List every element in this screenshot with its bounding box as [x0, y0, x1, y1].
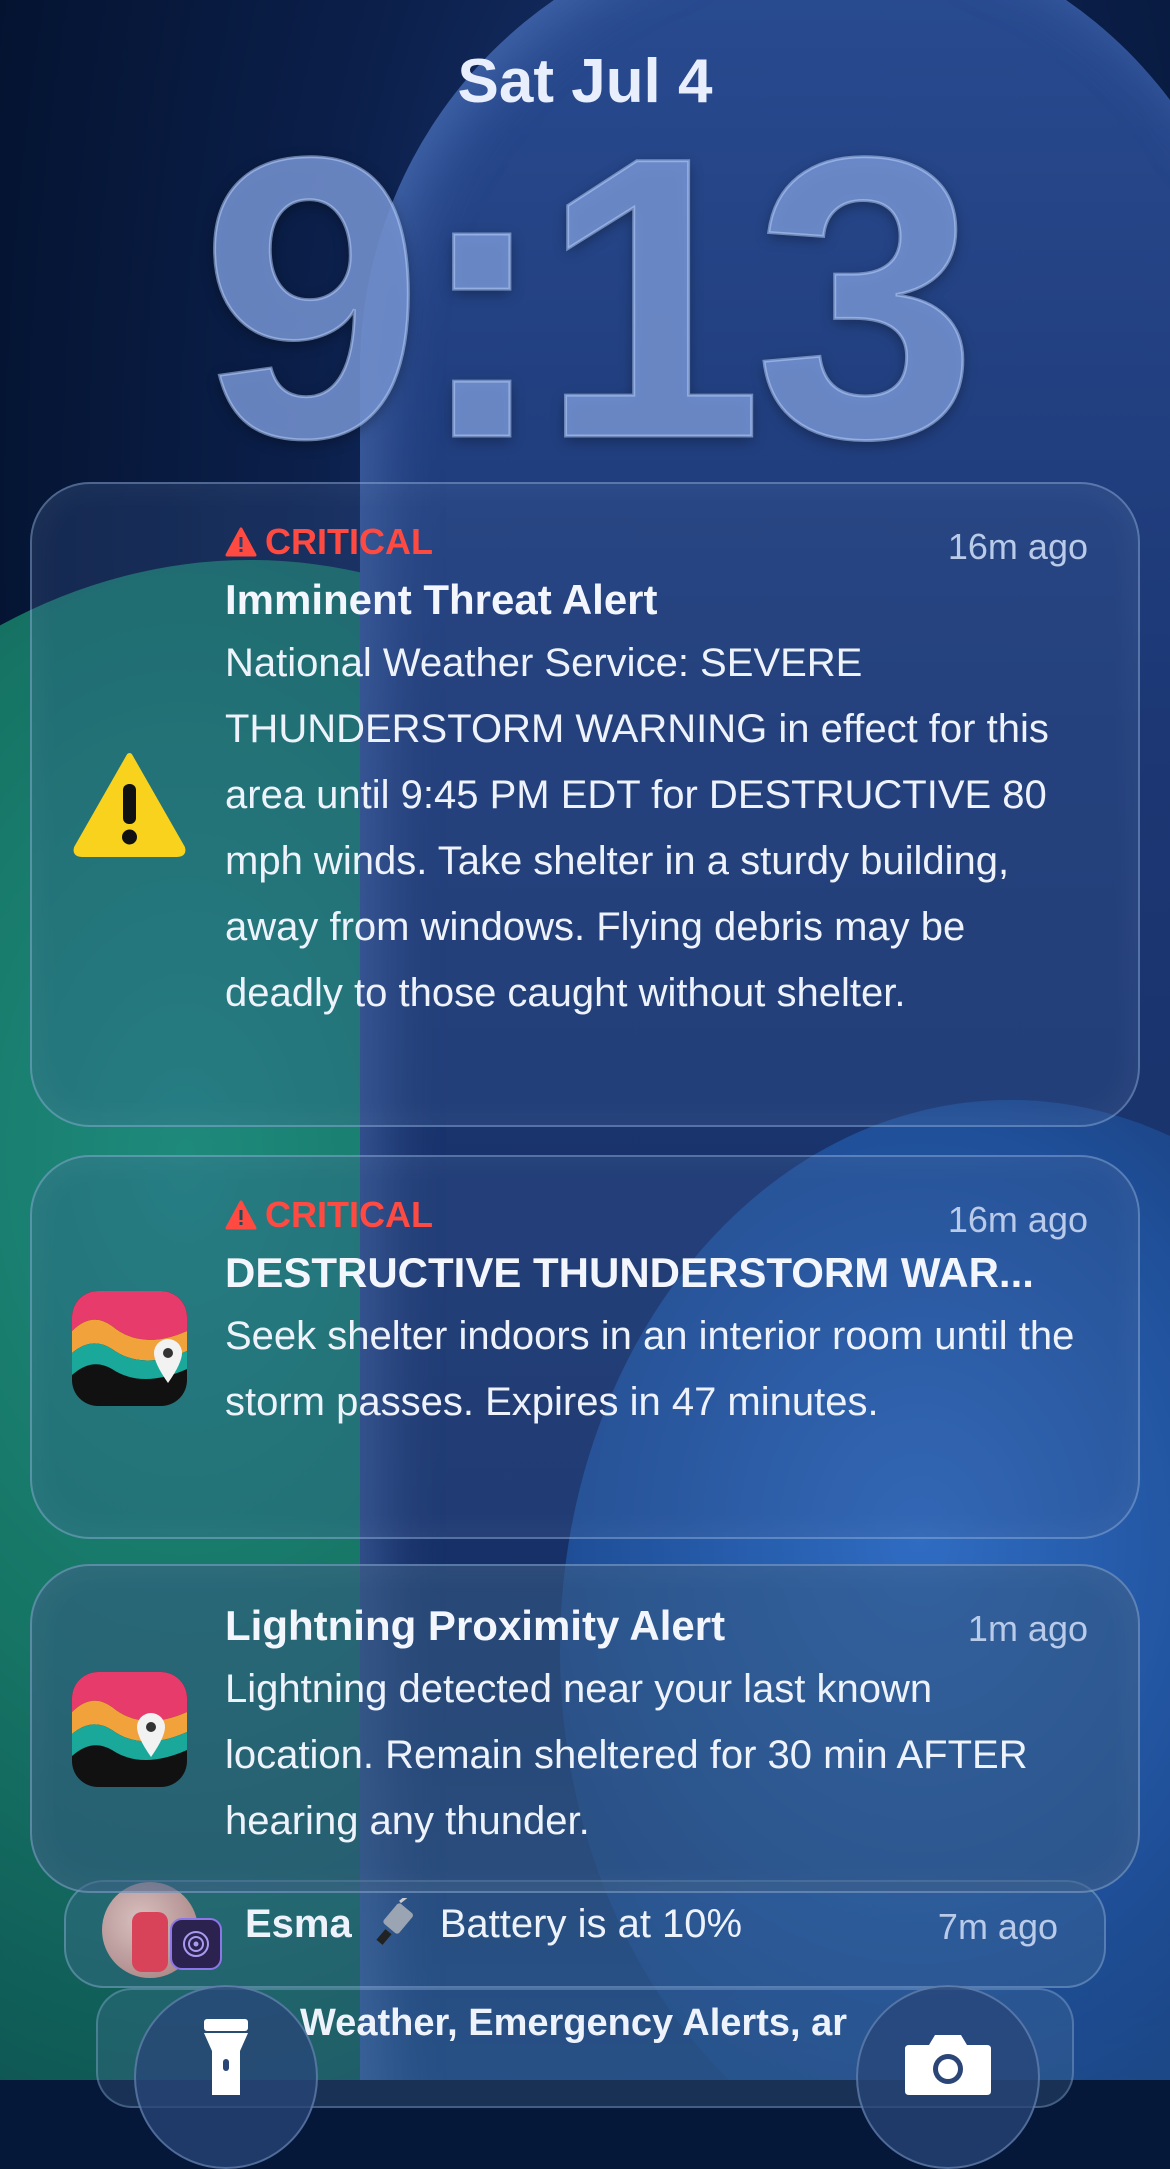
esma-notification-row: Esma Battery is at 10% — [245, 1898, 742, 1950]
weather-radar-app-icon — [72, 1291, 187, 1406]
notification-imminent-threat[interactable]: 16m ago CRITICAL Imminent Threat Alert N… — [30, 482, 1140, 1127]
esma-text: Battery is at 10% — [439, 1901, 743, 1946]
critical-label: CRITICAL — [265, 1194, 433, 1235]
esma-sender: Esma — [245, 1901, 352, 1946]
lockscreen-clock: 9:13 — [199, 74, 979, 521]
critical-tag: CRITICAL — [225, 520, 1088, 564]
notification-title: Imminent Threat Alert — [225, 576, 658, 623]
camera-button[interactable] — [856, 1985, 1040, 2169]
warning-triangle-icon — [72, 746, 187, 861]
notification-body: Lightning detected near your last known … — [225, 1667, 1028, 1843]
plug-icon — [376, 1898, 413, 1945]
notification-title: DESTRUCTIVE THUNDERSTORM WAR... — [225, 1249, 1034, 1296]
notification-lightning-proximity[interactable]: 1m ago Lightning Proximity Alert Lightni… — [30, 1564, 1140, 1893]
critical-tag: CRITICAL — [225, 1193, 1088, 1237]
flashlight-icon — [204, 2019, 248, 2095]
notification-body: National Weather Service: SEVERE THUNDER… — [225, 641, 1049, 1015]
camera-icon — [905, 2035, 991, 2095]
critical-label: CRITICAL — [265, 521, 433, 562]
critical-warning-icon — [225, 1200, 257, 1230]
group-label: Weather, Emergency Alerts, ar — [300, 2002, 848, 2044]
flashlight-button[interactable] — [134, 1985, 318, 2169]
findmy-icon — [170, 1918, 222, 1970]
notification-destructive-thunderstorm[interactable]: 16m ago CRITICAL DESTRUCTIVE THUNDERSTOR… — [30, 1155, 1140, 1539]
esma-time: 7m ago — [937, 1906, 1058, 1947]
notification-body: Seek shelter indoors in an interior room… — [225, 1314, 1075, 1424]
notification-title: Lightning Proximity Alert — [225, 1602, 726, 1649]
critical-warning-icon — [225, 527, 257, 557]
weather-radar-app-icon — [72, 1672, 187, 1787]
